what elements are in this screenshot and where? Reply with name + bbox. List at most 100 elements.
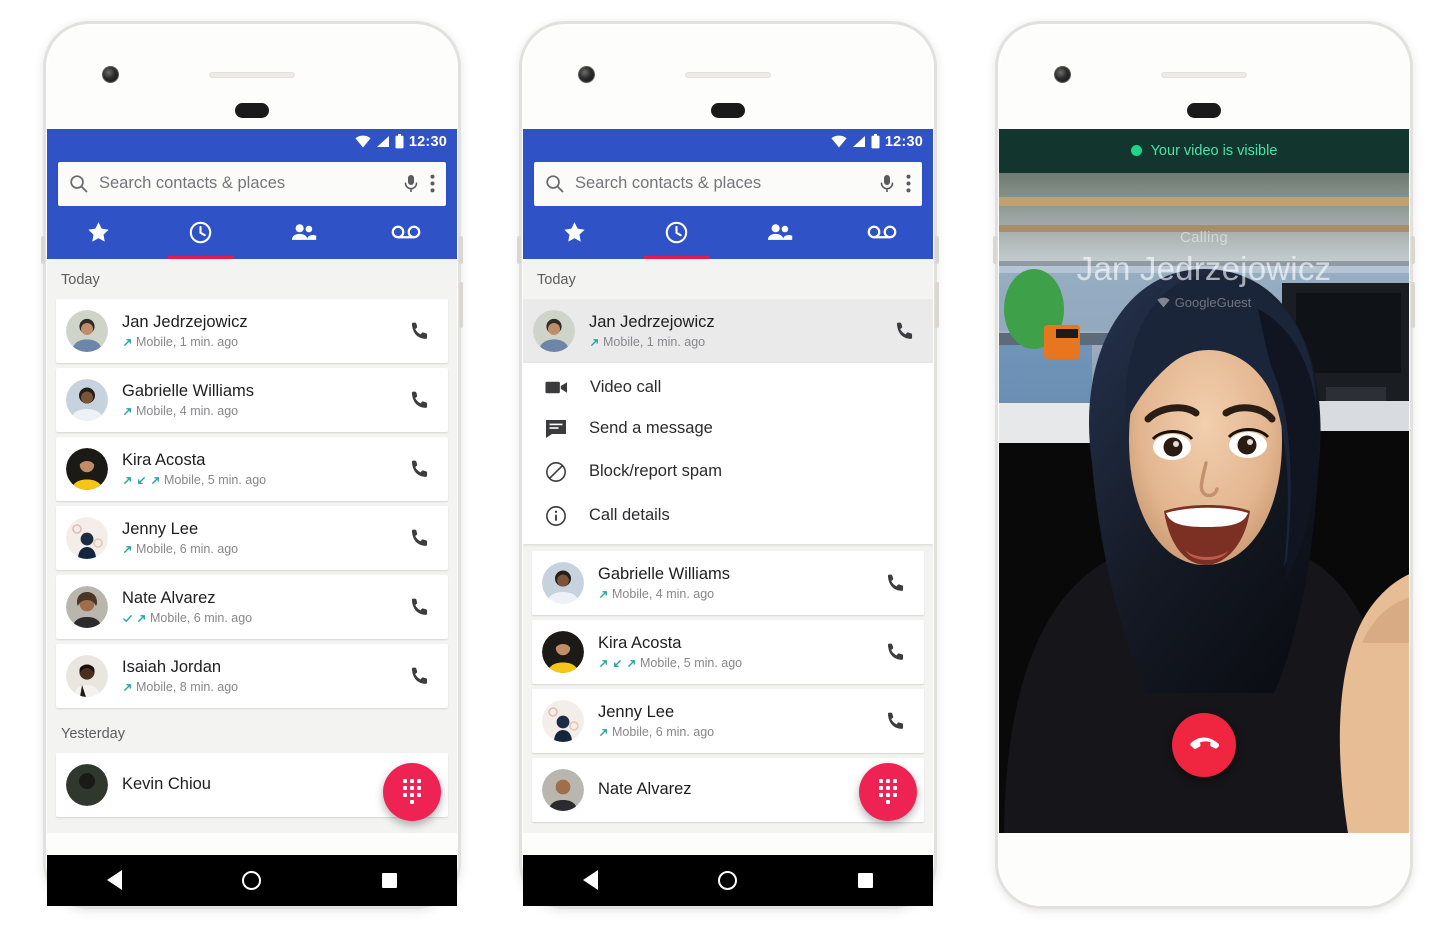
call-back-button[interactable] [403,458,437,480]
volume-rocker[interactable] [459,281,463,328]
table-row[interactable]: Gabrielle Williams Mobile, 4 min. ago [532,550,924,615]
avatar [66,763,108,806]
outgoing-call-icon [124,683,131,691]
home-icon[interactable] [718,870,738,890]
search-input[interactable]: Search contacts & places [575,174,868,193]
section-header-yesterday: Yesterday [61,725,125,742]
outgoing-call-icon [600,728,607,736]
signal-icon [852,135,866,148]
avatar [66,309,108,352]
call-back-button[interactable] [403,389,437,411]
call-info: Gabrielle Williams Mobile, 4 min. ago [598,564,879,602]
call-back-button[interactable] [888,320,922,342]
microphone-icon[interactable] [879,174,895,194]
table-row[interactable]: Jenny Lee Mobile, 6 min. ago [532,688,924,753]
wifi-icon [831,135,847,148]
contact-name: Jan Jedrzejowicz [122,312,248,331]
table-row-selected[interactable]: Jan Jedrzejowicz Mobile, 1 min. ago [523,298,933,363]
power-button[interactable] [1411,235,1415,264]
table-row[interactable]: Jan Jedrzejowicz Mobile, 1 min. ago [56,298,448,363]
front-camera-icon [578,65,595,83]
table-row[interactable]: Gabrielle Williams Mobile, 4 min. ago [56,367,448,432]
avatar [66,378,108,421]
tab-voicemail[interactable] [831,206,934,259]
status-icons [831,134,880,149]
tab-voicemail[interactable] [355,206,458,259]
home-icon[interactable] [242,870,262,890]
call-detail: Mobile, 8 min. ago [136,680,239,695]
recents-icon[interactable] [857,872,873,888]
dialpad-icon [879,779,897,804]
contact-name: Gabrielle Williams [122,381,255,400]
status-icons [355,134,404,149]
search-bar[interactable]: Search contacts & places [58,161,446,206]
call-back-button[interactable] [403,527,437,549]
call-info: Nate Alvarez Mobile, 6 min. ago [122,588,403,626]
volume-button[interactable] [993,235,997,264]
search-bar[interactable]: Search contacts & places [534,161,922,206]
search-icon [69,174,88,193]
volume-rocker[interactable] [935,281,939,328]
volume-button[interactable] [517,235,521,264]
info-icon [545,505,567,527]
recents-list[interactable]: Today Jan Jedrzejowicz Mobile, 1 min. ag… [523,258,933,833]
phone-recents: 12:30 Search contacts & places Today Jan… [41,20,463,909]
phone1-screen: 12:30 Search contacts & places Today Jan… [47,128,458,833]
call-back-button[interactable] [879,710,913,732]
avatar [542,630,584,673]
power-button[interactable] [459,235,463,264]
tab-contacts[interactable] [252,206,355,259]
call-info: Jenny Lee Mobile, 6 min. ago [598,702,879,740]
tab-bar [47,205,458,259]
menu-item-video-call[interactable]: Video call [523,367,933,408]
call-info: Kira Acosta Mobile, 5 min. ago [598,633,879,671]
tab-contacts[interactable] [728,206,831,259]
end-call-button[interactable] [1172,712,1236,777]
tab-recents[interactable] [626,206,729,259]
dialpad-fab[interactable] [859,762,917,821]
sensor-pill [1187,102,1221,118]
recents-list[interactable]: Today Jan Jedrzejowicz Mobile, 1 min. ag… [47,258,457,833]
call-back-button[interactable] [403,320,437,342]
earpiece-speaker [685,71,771,78]
phone2-screen: 12:30 Search contacts & places Today Jan… [523,128,934,833]
table-row[interactable]: Nate Alvarez Mobile, 6 min. ago [56,574,448,639]
search-input[interactable]: Search contacts & places [99,174,392,193]
call-back-button[interactable] [403,596,437,618]
contact-name: Kira Acosta [598,633,682,652]
table-row[interactable]: Kira Acosta Mobile, 5 min. ago [56,436,448,501]
call-back-button[interactable] [403,665,437,687]
wifi-icon [355,135,371,148]
overflow-menu-icon[interactable] [906,174,911,193]
avatar [542,699,584,742]
recents-icon[interactable] [381,872,397,888]
dialpad-fab[interactable] [383,762,441,821]
volume-button[interactable] [41,235,45,264]
menu-item-block-report-spam[interactable]: Block/report spam [523,450,933,494]
search-icon [545,174,564,193]
table-row[interactable]: Kira Acosta Mobile, 5 min. ago [532,619,924,684]
menu-item-send-message[interactable]: Send a message [523,408,933,450]
dialpad-icon [403,779,421,804]
volume-rocker[interactable] [1411,281,1415,328]
table-row[interactable]: Isaiah Jordan Mobile, 8 min. ago [56,643,448,708]
outgoing-call-icon [124,407,131,415]
video-feed[interactable]: Calling Jan Jedrzejowicz GoogleGuest [999,172,1409,833]
call-back-button[interactable] [879,641,913,663]
table-row[interactable]: Jenny Lee Mobile, 6 min. ago [56,505,448,570]
microphone-icon[interactable] [403,174,419,194]
tab-favorites[interactable] [47,206,150,259]
menu-item-call-details[interactable]: Call details [523,494,933,538]
call-back-button[interactable] [879,572,913,594]
context-menu: Video call Send a message Block/report s… [523,362,933,544]
three-phone-showcase: 12:30 Search contacts & places Today Jan… [0,0,1456,929]
status-time: 12:30 [884,133,923,150]
overflow-menu-icon[interactable] [430,174,435,193]
back-icon[interactable] [583,870,599,890]
tab-recents[interactable] [150,206,253,259]
avatar [66,447,108,490]
power-button[interactable] [935,235,939,264]
back-icon[interactable] [107,870,123,890]
tab-favorites[interactable] [523,206,626,259]
avatar [533,309,575,352]
